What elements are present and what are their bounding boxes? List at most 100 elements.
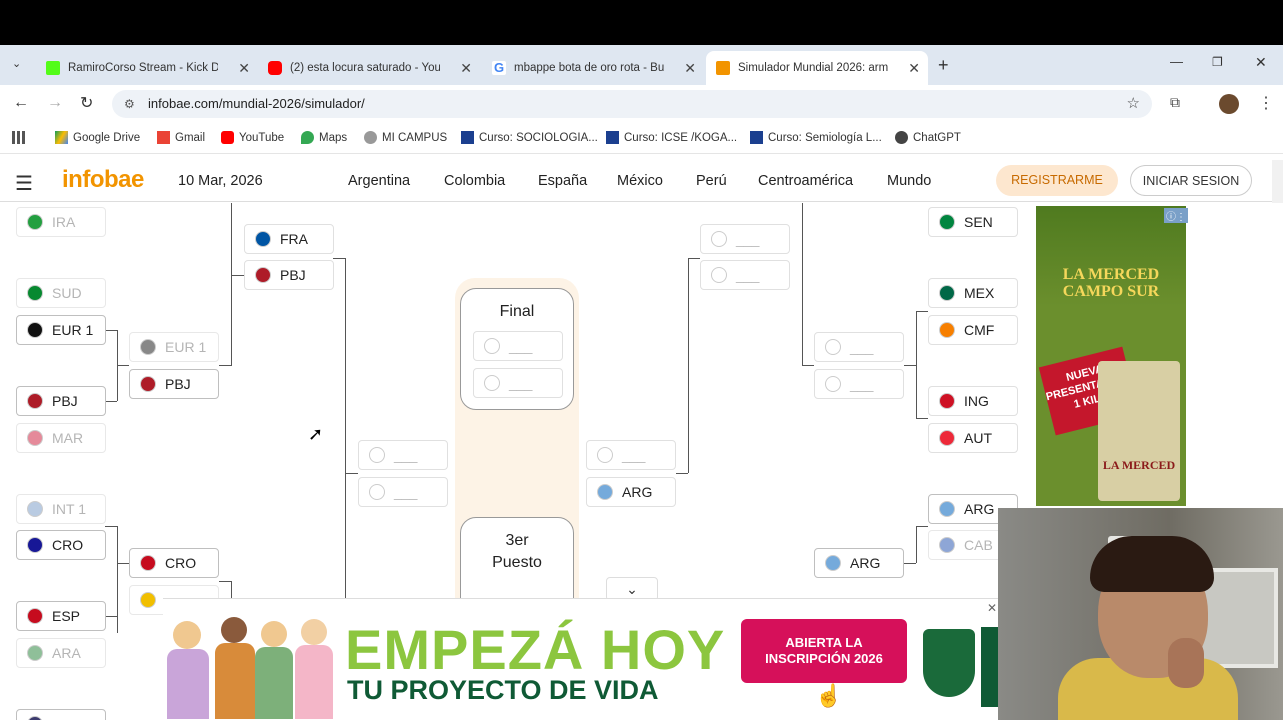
team-slot[interactable]: ARG: [814, 548, 904, 578]
menu-icon[interactable]: ⋮: [1258, 93, 1274, 113]
bookmark-mi-campus[interactable]: MI CAMPUS: [364, 131, 447, 144]
bottom-ad[interactable]: EMPEZÁ HOY TU PROYECTO DE VIDA ABIERTA L…: [163, 598, 1001, 720]
team-slot[interactable]: IRA: [16, 207, 106, 237]
ad-cta-button[interactable]: ABIERTA LA INSCRIPCIÓN 2026: [741, 619, 907, 683]
nav-mundo[interactable]: Mundo: [887, 173, 931, 189]
tab-kick[interactable]: RamiroCorso Stream - Kick Das ✕: [36, 51, 258, 85]
kick-icon: [46, 61, 60, 75]
window-close-icon[interactable]: ✕: [1255, 54, 1267, 71]
site-header: ☰ infobae 10 Mar, 2026 Argentina Colombi…: [0, 160, 1283, 202]
nav-colombia[interactable]: Colombia: [444, 173, 505, 189]
back-icon[interactable]: ←: [13, 94, 29, 112]
flag-icon: [27, 608, 43, 624]
team-slot[interactable]: ARA: [16, 638, 106, 668]
minimize-icon[interactable]: —: [1170, 54, 1183, 69]
team-slot[interactable]: ___: [473, 368, 563, 398]
team-slot[interactable]: ING: [928, 386, 1018, 416]
flag-icon: [939, 393, 955, 409]
nav-espana[interactable]: España: [538, 173, 587, 189]
star-icon[interactable]: ☆: [1127, 90, 1140, 118]
flag-icon: [140, 339, 156, 355]
site-info-icon[interactable]: ⚙: [124, 90, 135, 118]
team-slot[interactable]: EUR 1: [129, 332, 219, 362]
team-slot[interactable]: ___: [700, 260, 790, 290]
team-slot[interactable]: MAR: [16, 423, 106, 453]
url-input[interactable]: ⚙ infobae.com/mundial-2026/simulador/ ☆: [112, 90, 1152, 118]
bookmarks-bar: Google Drive Gmail YouTube Maps MI CAMPU…: [0, 123, 1283, 154]
bookmark-gmail[interactable]: Gmail: [157, 131, 205, 144]
flag-icon: [140, 376, 156, 392]
bookmark-google-drive[interactable]: Google Drive: [55, 131, 140, 144]
team-slot[interactable]: ___: [358, 477, 448, 507]
ad-info-icon[interactable]: ⓘ⋮: [1164, 208, 1188, 223]
nav-centroamerica[interactable]: Centroamérica: [758, 173, 853, 189]
team-slot[interactable]: ___: [814, 369, 904, 399]
close-icon[interactable]: ✕: [238, 60, 250, 77]
team-slot[interactable]: [16, 709, 106, 720]
team-slot[interactable]: SUD: [16, 278, 106, 308]
tab-youtube[interactable]: (2) esta locura saturado - YouTu ✕: [258, 51, 480, 85]
nav-peru[interactable]: Perú: [696, 173, 727, 189]
nav-argentina[interactable]: Argentina: [348, 173, 410, 189]
team-slot[interactable]: ___: [700, 224, 790, 254]
team-slot[interactable]: CRO: [129, 548, 219, 578]
team-slot[interactable]: ARG: [586, 477, 676, 507]
team-slot[interactable]: INT 1: [16, 494, 106, 524]
register-button[interactable]: REGISTRARME: [996, 165, 1118, 196]
login-button[interactable]: INICIAR SESION: [1130, 165, 1252, 196]
team-slot[interactable]: PBJ: [16, 386, 106, 416]
side-ad[interactable]: LA MERCED CAMPO SUR NUEVA PRESENTACIÓN 1…: [1036, 206, 1188, 506]
third-place-title: 3er Puesto: [492, 532, 542, 571]
youtube-icon: [221, 131, 234, 144]
team-slot[interactable]: CRO: [16, 530, 106, 560]
empty-flag-icon: [369, 447, 385, 463]
tab-google[interactable]: G mbappe bota de oro rota - Bus ✕: [482, 51, 704, 85]
reload-icon[interactable]: ↻: [80, 93, 93, 113]
team-slot[interactable]: CMF: [928, 315, 1018, 345]
empty-flag-icon: [369, 484, 385, 500]
close-icon[interactable]: ✕: [908, 60, 920, 77]
avatar[interactable]: [1219, 94, 1239, 114]
bookmark-semiologia[interactable]: Curso: Semiología L...: [750, 131, 882, 144]
empty-flag-icon: [597, 447, 613, 463]
team-slot[interactable]: ___: [473, 331, 563, 361]
bookmark-chatgpt[interactable]: ChatGPT: [895, 131, 961, 144]
apps-icon[interactable]: [12, 131, 30, 144]
team-slot[interactable]: ___: [814, 332, 904, 362]
restore-icon[interactable]: ❐: [1212, 55, 1223, 69]
team-slot[interactable]: ESP: [16, 601, 106, 631]
flag-icon: [27, 393, 43, 409]
ad-subheadline: TU PROYECTO DE VIDA: [347, 675, 659, 705]
bookmark-youtube[interactable]: YouTube: [221, 131, 284, 144]
team-slot[interactable]: SEN: [928, 207, 1018, 237]
ad-brand: LA MERCED CAMPO SUR: [1062, 266, 1160, 300]
bookmark-maps[interactable]: Maps: [301, 131, 347, 144]
tab-simulador[interactable]: Simulador Mundial 2026: arma ✕: [706, 51, 928, 85]
forward-icon[interactable]: →: [47, 94, 63, 112]
empty-flag-icon: [484, 338, 500, 354]
extensions-icon[interactable]: ⧉: [1170, 94, 1180, 111]
course-icon: [606, 131, 619, 144]
team-slot[interactable]: ___: [586, 440, 676, 470]
ad-headline: EMPEZÁ HOY: [345, 618, 726, 681]
bookmark-sociologia[interactable]: Curso: SOCIOLOGIA...: [461, 131, 598, 144]
close-icon[interactable]: ✕: [460, 60, 472, 77]
site-logo[interactable]: infobae: [62, 166, 144, 194]
team-slot[interactable]: PBJ: [244, 260, 334, 290]
tab-search-icon[interactable]: ⌄: [12, 57, 21, 70]
flag-icon: [27, 537, 43, 553]
new-tab-icon[interactable]: +: [938, 55, 949, 76]
close-icon[interactable]: ✕: [987, 601, 997, 615]
flag-icon: [27, 322, 43, 338]
hamburger-icon[interactable]: ☰: [15, 171, 33, 196]
nav-mexico[interactable]: México: [617, 173, 663, 189]
team-slot[interactable]: ___: [358, 440, 448, 470]
team-slot[interactable]: MEX: [928, 278, 1018, 308]
team-slot[interactable]: EUR 1: [16, 315, 106, 345]
close-icon[interactable]: ✕: [684, 60, 696, 77]
team-slot[interactable]: FRA: [244, 224, 334, 254]
bookmark-icse[interactable]: Curso: ICSE /KOGA...: [606, 131, 737, 144]
flag-icon: [27, 645, 43, 661]
team-slot[interactable]: AUT: [928, 423, 1018, 453]
team-slot[interactable]: PBJ: [129, 369, 219, 399]
